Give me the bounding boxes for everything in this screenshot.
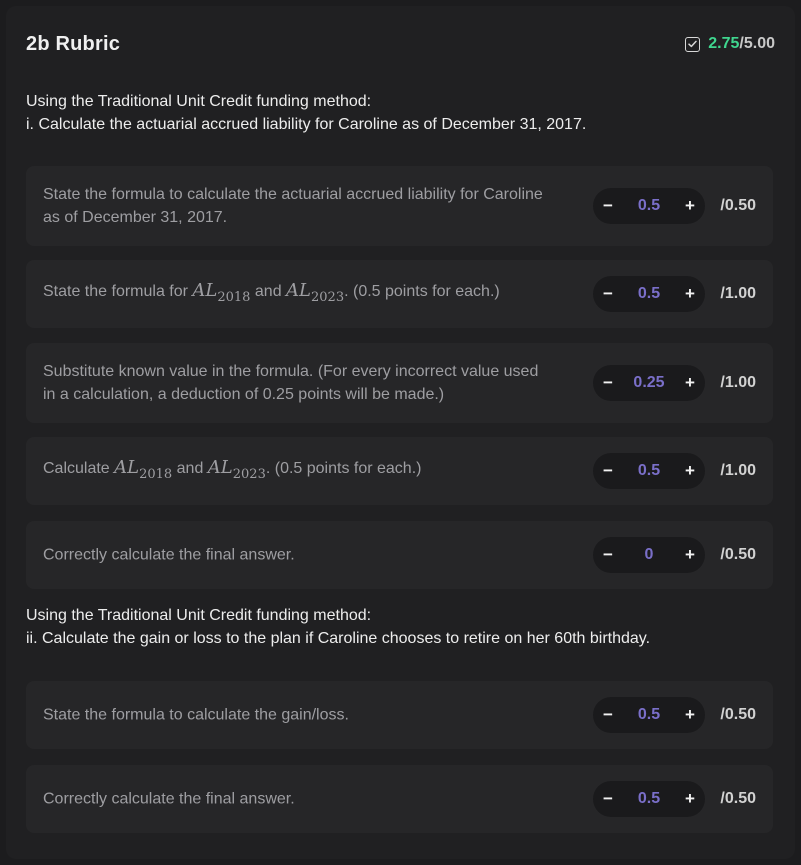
increment-button[interactable]: +	[675, 456, 705, 486]
decrement-button[interactable]: −	[593, 368, 623, 398]
increment-button[interactable]: +	[675, 279, 705, 309]
score-earned: 2.75	[708, 35, 740, 52]
score-value[interactable]: 0.5	[623, 706, 675, 724]
increment-button[interactable]: +	[675, 700, 705, 730]
criterion-card: State the formula to calculate the actua…	[26, 166, 773, 246]
criterion-text-part: Calculate	[43, 460, 115, 478]
criterion-text: State the formula for AL2018 and AL2023.…	[43, 279, 553, 309]
criterion-max-points: /0.50	[720, 197, 756, 214]
criterion-text-part: . (0.5 points for each.)	[344, 283, 500, 301]
math-expression: AL2018	[192, 280, 250, 305]
criterion-text: State the formula to calculate the gain/…	[43, 706, 349, 724]
score-value[interactable]: 0.5	[623, 285, 675, 303]
criterion-card: Correctly calculate the final answer. − …	[26, 765, 773, 833]
criterion-max-points: /1.00	[720, 374, 756, 391]
math-expression: AL2018	[114, 457, 172, 482]
increment-button[interactable]: +	[675, 540, 705, 570]
math-subscript: 2018	[217, 289, 251, 305]
score-value[interactable]: 0.5	[623, 197, 675, 215]
math-expression: AL2023	[207, 457, 266, 482]
criterion-card: Calculate AL2018 and AL2023. (0.5 points…	[26, 437, 773, 505]
decrement-button[interactable]: −	[593, 784, 623, 814]
math-expression: AL2023	[286, 280, 344, 305]
criterion-max-points: /1.00	[720, 285, 756, 302]
score-value[interactable]: 0.5	[623, 462, 675, 480]
question-prompt-line: Using the Traditional Unit Credit fundin…	[26, 93, 372, 110]
criterion-text: Correctly calculate the final answer.	[43, 790, 295, 808]
criterion-text: Substitute known value in the formula. (…	[43, 363, 539, 403]
criterion-card: Substitute known value in the formula. (…	[26, 343, 773, 423]
criterion-card: State the formula for AL2018 and AL2023.…	[26, 260, 773, 328]
criterion-text-part: and	[250, 283, 287, 301]
rubric-header: 2b Rubric 2.75 /5.00	[26, 30, 775, 58]
question-prompt-line: Using the Traditional Unit Credit fundin…	[26, 607, 372, 624]
criterion-card: State the formula to calculate the gain/…	[26, 681, 773, 749]
score-stepper: − 0.5 +	[593, 697, 705, 733]
rubric-score: 2.75 /5.00	[685, 35, 775, 53]
score-stepper: − 0.5 +	[593, 781, 705, 817]
score-stepper: − 0.5 +	[593, 188, 705, 224]
score-stepper: − 0.25 +	[593, 365, 705, 401]
rubric-panel: 2b Rubric 2.75 /5.00 Using the Tradition…	[6, 6, 795, 859]
score-stepper: − 0.5 +	[593, 453, 705, 489]
criterion-card: Correctly calculate the final answer. − …	[26, 521, 773, 589]
question-prompt-line: i. Calculate the actuarial accrued liabi…	[26, 116, 587, 133]
math-base: AL	[192, 280, 218, 302]
criterion-text: State the formula to calculate the actua…	[43, 186, 543, 226]
score-value[interactable]: 0.5	[623, 790, 675, 808]
score-stepper: − 0 +	[593, 537, 705, 573]
math-base: AL	[286, 280, 311, 302]
criterion-text-part: and	[172, 460, 208, 478]
criterion-text-part: . (0.5 points for each.)	[265, 460, 422, 478]
criterion-max-points: /1.00	[720, 462, 756, 479]
criterion-text: Correctly calculate the final answer.	[43, 546, 295, 564]
decrement-button[interactable]: −	[593, 191, 623, 221]
decrement-button[interactable]: −	[593, 540, 623, 570]
criterion-max-points: /0.50	[720, 790, 756, 807]
decrement-button[interactable]: −	[593, 279, 623, 309]
math-subscript: 2018	[139, 466, 173, 482]
math-base: AL	[207, 457, 233, 479]
criterion-max-points: /0.50	[720, 706, 756, 723]
math-subscript: 2023	[311, 289, 345, 305]
math-subscript: 2023	[232, 466, 266, 482]
rubric-title: 2b Rubric	[26, 32, 121, 55]
decrement-button[interactable]: −	[593, 700, 623, 730]
increment-button[interactable]: +	[675, 784, 705, 814]
score-total: /5.00	[739, 35, 775, 52]
score-value[interactable]: 0	[623, 546, 675, 564]
criterion-text-part: State the formula for	[43, 283, 193, 301]
score-stepper: − 0.5 +	[593, 276, 705, 312]
score-value[interactable]: 0.25	[623, 374, 675, 392]
question-prompt-line: ii. Calculate the gain or loss to the pl…	[26, 630, 651, 647]
checkbox-checked-icon	[685, 36, 701, 52]
question-prompt-ii: Using the Traditional Unit Credit fundin…	[26, 604, 775, 650]
criterion-text: Calculate AL2018 and AL2023. (0.5 points…	[43, 456, 553, 486]
increment-button[interactable]: +	[675, 191, 705, 221]
decrement-button[interactable]: −	[593, 456, 623, 486]
math-base: AL	[114, 457, 140, 479]
increment-button[interactable]: +	[675, 368, 705, 398]
criterion-max-points: /0.50	[720, 546, 756, 563]
question-prompt-i: Using the Traditional Unit Credit fundin…	[26, 90, 775, 136]
